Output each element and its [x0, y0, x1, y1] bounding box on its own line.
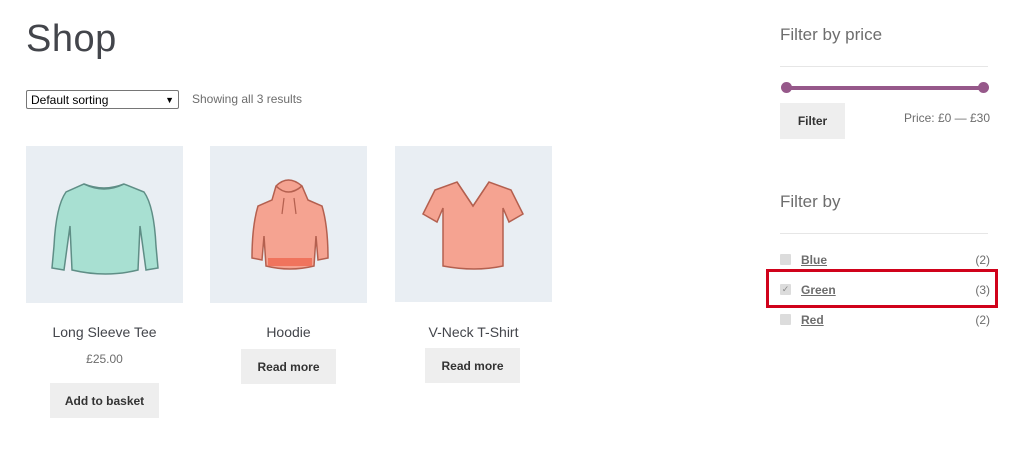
checkbox[interactable] — [780, 254, 791, 265]
filter-item-blue[interactable]: Blue (2) — [780, 252, 990, 268]
checkbox[interactable] — [780, 314, 791, 325]
filter-item-label[interactable]: Red — [801, 313, 824, 327]
long-sleeve-tee-icon — [51, 183, 159, 275]
filter-by-price-title: Filter by price — [780, 25, 883, 44]
v-neck-tshirt-icon — [422, 181, 524, 270]
filter-item-count: (2) — [975, 253, 990, 267]
product-image-long-sleeve-tee[interactable] — [26, 146, 183, 303]
divider — [780, 66, 988, 67]
read-more-button-hoodie[interactable]: Read more — [241, 349, 336, 384]
price-slider-min-handle[interactable] — [781, 82, 792, 93]
filter-item-count: (2) — [975, 313, 990, 327]
price-range-label: Price: £0 — £30 — [903, 111, 990, 125]
add-to-basket-button[interactable]: Add to basket — [50, 383, 159, 418]
chevron-down-icon: ▼ — [165, 94, 174, 105]
highlight-annotation — [766, 269, 998, 308]
price-slider-track[interactable] — [786, 86, 984, 90]
product-title-long-sleeve-tee[interactable]: Long Sleeve Tee — [26, 324, 183, 340]
product-image-v-neck-tshirt[interactable] — [395, 146, 552, 302]
hoodie-icon — [251, 179, 329, 270]
filter-by-title: Filter by — [780, 192, 841, 211]
filter-item-red[interactable]: Red (2) — [780, 312, 990, 328]
filter-item-label[interactable]: Blue — [801, 253, 827, 267]
product-image-hoodie[interactable] — [210, 146, 367, 303]
product-title-hoodie[interactable]: Hoodie — [210, 324, 367, 340]
page-title: Shop — [26, 18, 117, 60]
read-more-button-v-neck-tshirt[interactable]: Read more — [425, 348, 520, 383]
result-count: Showing all 3 results — [192, 92, 303, 106]
product-price-long-sleeve-tee: £25.00 — [86, 352, 123, 366]
divider — [780, 233, 988, 234]
filter-button[interactable]: Filter — [780, 103, 845, 139]
price-slider-max-handle[interactable] — [978, 82, 989, 93]
product-title-v-neck-tshirt[interactable]: V-Neck T-Shirt — [395, 324, 552, 340]
sorting-select[interactable]: Default sorting ▼ — [26, 90, 179, 109]
sorting-selected-value: Default sorting — [31, 92, 109, 107]
